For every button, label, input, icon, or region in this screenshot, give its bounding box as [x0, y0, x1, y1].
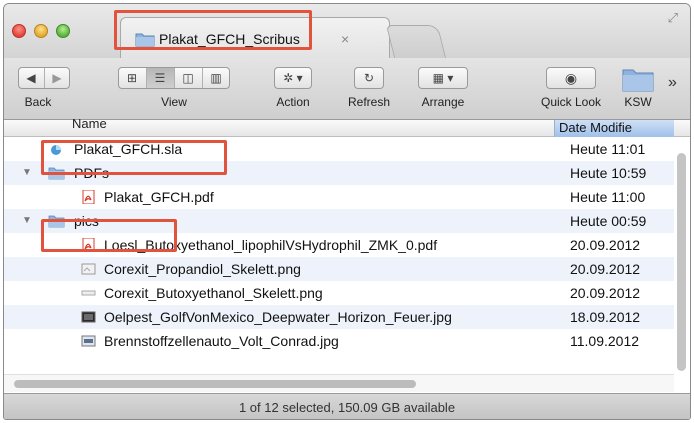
refresh-button[interactable]: ↻: [354, 67, 384, 89]
list-item[interactable]: Oelpest_GolfVonMexico_Deepwater_Horizon_…: [4, 305, 674, 329]
quick-look-label: Quick Look: [540, 95, 602, 109]
file-date: Heute 11:00: [570, 189, 646, 205]
file-name: Corexit_Propandiol_Skelett.png: [104, 261, 301, 277]
list-view-icon[interactable]: ☰: [146, 68, 175, 88]
minimize-window-button[interactable]: [34, 24, 48, 38]
refresh-icon: ↻: [363, 71, 375, 85]
arrange-label: Arrange: [421, 95, 465, 109]
photo-icon: [81, 335, 96, 347]
vertical-scrollbar[interactable]: [677, 153, 686, 371]
file-date: 20.09.2012: [570, 237, 641, 253]
file-date: Heute 11:01: [570, 141, 646, 157]
column-view-icon[interactable]: ◫: [175, 68, 203, 88]
file-date: 20.09.2012: [570, 285, 641, 301]
file-date: 11.09.2012: [570, 333, 640, 349]
file-date: 18.09.2012: [570, 309, 641, 325]
list-item[interactable]: Corexit_Butoxyethanol_Skelett.png 20.09.…: [4, 281, 674, 305]
arrange-button[interactable]: ▦ ▾: [418, 67, 468, 89]
file-name: Loesl_Butoxyethanol_lipophilVsHydrophil_…: [104, 237, 438, 253]
file-name: Oelpest_GolfVonMexico_Deepwater_Horizon_…: [104, 309, 452, 325]
eye-icon: ◉: [564, 69, 578, 86]
finder-window: Plakat_GFCH_Scribus × ⤢ ◀ ▶ Back ⊞ ☰ ◫ ▥…: [3, 3, 691, 420]
tab-plakat-gfch-scribus[interactable]: Plakat_GFCH_Scribus ×: [120, 17, 390, 58]
refresh-label: Refresh: [347, 95, 391, 109]
quick-look-button[interactable]: ◉: [546, 67, 596, 89]
list-item[interactable]: Plakat_GFCH.pdf Heute 11:00: [4, 185, 674, 209]
file-name: PDFs: [74, 165, 109, 181]
new-tab-button[interactable]: [385, 25, 447, 58]
image-icon: [81, 263, 96, 275]
pdf-icon: [82, 238, 95, 252]
back-forward-buttons[interactable]: ◀ ▶: [18, 67, 70, 89]
scribus-doc-icon: [51, 145, 61, 155]
toolbar: ◀ ▶ Back ⊞ ☰ ◫ ▥ View ✲ ▾ Action ↻ Refre…: [4, 58, 690, 120]
list-item[interactable]: ▼ pics Heute 00:59: [4, 209, 674, 233]
status-bar: 1 of 12 selected, 150.09 GB available: [4, 393, 690, 419]
file-name: pics: [74, 213, 99, 229]
list-item[interactable]: Corexit_Propandiol_Skelett.png 20.09.201…: [4, 257, 674, 281]
ksw-label: KSW: [624, 95, 652, 109]
arrange-icon: ▦ ▾: [432, 71, 454, 85]
folder-icon: [48, 215, 65, 228]
file-list: Plakat_GFCH.sla Heute 11:01 ▼ PDFs Heute…: [4, 137, 674, 353]
name-column-header[interactable]: Name: [72, 116, 107, 131]
gear-icon: ✲ ▾: [283, 71, 303, 85]
file-date: Heute 00:59: [570, 213, 647, 229]
back-label: Back: [24, 95, 52, 109]
toolbar-overflow-icon[interactable]: »: [668, 74, 677, 92]
coverflow-view-icon[interactable]: ▥: [203, 68, 230, 88]
file-name: Corexit_Butoxyethanol_Skelett.png: [104, 285, 323, 301]
title-bar: Plakat_GFCH_Scribus × ⤢: [4, 4, 690, 58]
list-item[interactable]: Loesl_Butoxyethanol_lipophilVsHydrophil_…: [4, 233, 674, 257]
pdf-icon: [82, 190, 95, 204]
file-date: 20.09.2012: [570, 261, 641, 277]
fullscreen-icon[interactable]: ⤢: [668, 10, 678, 26]
disclosure-triangle-icon[interactable]: ▼: [22, 161, 32, 185]
view-segmented-control[interactable]: ⊞ ☰ ◫ ▥: [118, 67, 230, 89]
list-item[interactable]: ▼ PDFs Heute 10:59: [4, 161, 674, 185]
tab-title: Plakat_GFCH_Scribus: [159, 31, 300, 47]
close-window-button[interactable]: [12, 24, 26, 38]
view-label: View: [161, 95, 187, 109]
column-header: Name Date Modifie: [4, 116, 690, 137]
photo-icon: [81, 311, 96, 323]
folder-icon: [135, 33, 155, 47]
tab-close-icon[interactable]: ×: [341, 31, 349, 47]
file-name: Brennstoffzellenauto_Volt_Conrad.jpg: [104, 333, 339, 349]
ksw-folder-icon[interactable]: [622, 66, 654, 92]
file-name: Plakat_GFCH.sla: [74, 141, 183, 157]
date-modified-column-header[interactable]: Date Modifie: [554, 120, 674, 137]
zoom-window-button[interactable]: [56, 24, 70, 38]
forward-arrow-icon[interactable]: ▶: [45, 68, 70, 88]
image-icon: [81, 290, 96, 296]
horizontal-scrollbar[interactable]: [14, 380, 416, 388]
back-arrow-icon[interactable]: ◀: [19, 68, 45, 88]
list-item[interactable]: Brennstoffzellenauto_Volt_Conrad.jpg 11.…: [4, 329, 674, 353]
action-button[interactable]: ✲ ▾: [274, 67, 312, 89]
folder-icon: [48, 167, 65, 180]
icon-view-icon[interactable]: ⊞: [119, 68, 147, 88]
file-name: Plakat_GFCH.pdf: [104, 189, 214, 205]
disclosure-triangle-icon[interactable]: ▼: [22, 209, 32, 233]
list-item[interactable]: Plakat_GFCH.sla Heute 11:01: [4, 137, 674, 161]
file-date: Heute 10:59: [570, 165, 647, 181]
action-label: Action: [276, 95, 310, 109]
